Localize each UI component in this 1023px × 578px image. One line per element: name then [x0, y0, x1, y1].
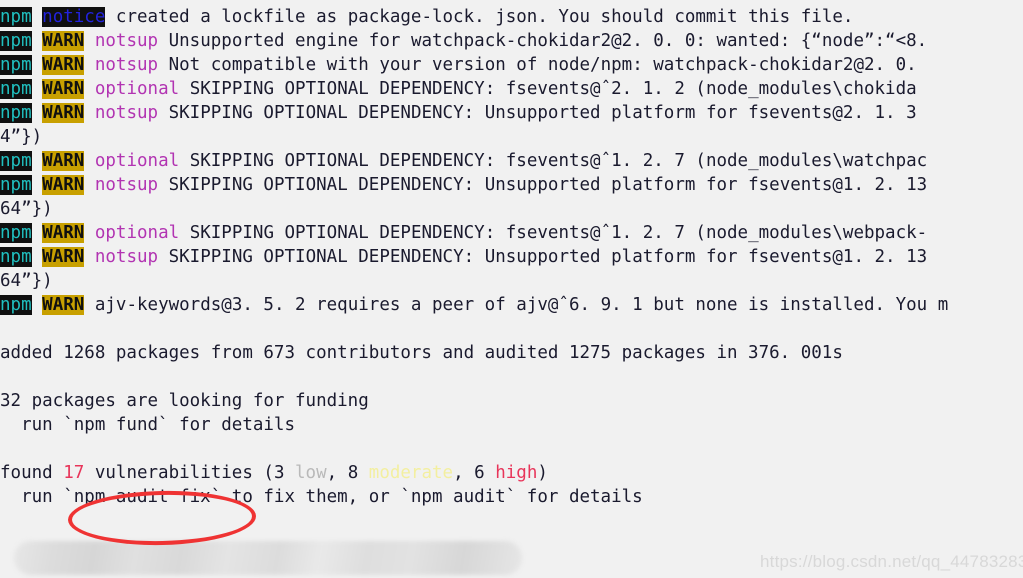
line-found: found 17 vulnerabilities (3 low, 8 moder… [0, 461, 1023, 485]
segment [32, 247, 43, 267]
segment: npm [0, 175, 32, 195]
segment: npm [0, 55, 32, 75]
segment: ) [537, 463, 548, 483]
segment: npm [0, 223, 32, 243]
terminal-window[interactable]: npm notice created a lockfile as package… [0, 0, 1023, 578]
segment [32, 55, 43, 75]
segment: run `npm fund` for details [0, 415, 296, 435]
segment: found [0, 463, 64, 483]
segment: WARN [42, 55, 85, 75]
segment [84, 79, 95, 99]
segment: notsup [94, 247, 159, 267]
line-warn-7: npm WARN optional SKIPPING OPTIONAL DEPE… [0, 221, 1023, 245]
segment: high [495, 463, 538, 483]
segment [32, 175, 43, 195]
segment [32, 223, 43, 243]
line-wrap-3: 64”}) [0, 269, 1023, 293]
segment: low [295, 463, 327, 483]
segment: notsup [94, 31, 159, 51]
line-funding: 32 packages are looking for funding [0, 389, 1023, 413]
segment [84, 247, 95, 267]
segment: 64”}) [0, 271, 53, 291]
segment: Unsupported engine for watchpack-chokida… [158, 31, 928, 51]
segment: 4”}) [0, 127, 43, 147]
segment: vulnerabilities (3 [84, 463, 296, 483]
segment [84, 31, 95, 51]
segment [32, 31, 43, 51]
segment: WARN [42, 31, 85, 51]
segment: npm [0, 31, 32, 51]
segment [84, 55, 95, 75]
line-blank-3 [0, 437, 1023, 461]
line-warn-5: npm WARN optional SKIPPING OPTIONAL DEPE… [0, 149, 1023, 173]
segment: Not compatible with your version of node… [158, 55, 917, 75]
line-wrap-1: 4”}) [0, 125, 1023, 149]
segment [32, 79, 43, 99]
line-notice: npm notice created a lockfile as package… [0, 5, 1023, 29]
segment: added 1268 packages from 673 contributor… [0, 343, 843, 363]
line-warn-6: npm WARN notsup SKIPPING OPTIONAL DEPEND… [0, 173, 1023, 197]
line-blank-1 [0, 317, 1023, 341]
line-fund-run: run `npm fund` for details [0, 413, 1023, 437]
segment: npm [0, 79, 32, 99]
segment: WARN [42, 151, 85, 171]
terminal-output: npm notice created a lockfile as package… [0, 5, 1023, 509]
line-warn-8: npm WARN notsup SKIPPING OPTIONAL DEPEND… [0, 245, 1023, 269]
segment [32, 295, 43, 315]
segment: SKIPPING OPTIONAL DEPENDENCY: fsevents@ˆ… [179, 79, 917, 99]
segment [84, 151, 95, 171]
segment: ajv-keywords@3. 5. 2 requires a peer of … [84, 295, 949, 315]
segment [84, 103, 95, 123]
segment: WARN [42, 79, 85, 99]
segment: notsup [94, 103, 159, 123]
segment: WARN [42, 175, 85, 195]
segment [32, 151, 43, 171]
line-audit-run: run `npm audit fix` to fix them, or `npm… [0, 485, 1023, 509]
segment: , 8 [326, 463, 369, 483]
line-added: added 1268 packages from 673 contributor… [0, 341, 1023, 365]
segment [84, 175, 95, 195]
segment: SKIPPING OPTIONAL DEPENDENCY: fsevents@ˆ… [179, 151, 928, 171]
segment: optional [94, 151, 180, 171]
segment: WARN [42, 295, 85, 315]
segment [32, 103, 43, 123]
segment: notice [42, 7, 106, 27]
segment: npm [0, 151, 32, 171]
segment: npm [0, 247, 32, 267]
segment: created a lockfile as package-lock. json… [105, 7, 854, 27]
segment: notsup [94, 55, 159, 75]
segment: 17 [63, 463, 85, 483]
segment: npm [0, 7, 32, 27]
line-warn-3: npm WARN optional SKIPPING OPTIONAL DEPE… [0, 77, 1023, 101]
terminal-prompt-line[interactable]: E \myvue1> npm audit fix [0, 549, 1023, 573]
segment [84, 223, 95, 243]
segment [32, 7, 43, 27]
segment: WARN [42, 103, 85, 123]
line-blank-2 [0, 365, 1023, 389]
segment: 64”}) [0, 199, 53, 219]
segment: npm [0, 103, 32, 123]
segment: SKIPPING OPTIONAL DEPENDENCY: Unsupporte… [158, 175, 928, 195]
segment: , 6 [453, 463, 496, 483]
segment: SKIPPING OPTIONAL DEPENDENCY: Unsupporte… [158, 103, 917, 123]
segment: notsup [94, 175, 159, 195]
line-warn-1: npm WARN notsup Unsupported engine for w… [0, 29, 1023, 53]
segment: 32 packages are looking for funding [0, 391, 369, 411]
segment: SKIPPING OPTIONAL DEPENDENCY: fsevents@ˆ… [179, 223, 928, 243]
segment: WARN [42, 223, 85, 243]
segment: SKIPPING OPTIONAL DEPENDENCY: Unsupporte… [158, 247, 928, 267]
segment: optional [94, 79, 180, 99]
line-warn-4: npm WARN notsup SKIPPING OPTIONAL DEPEND… [0, 101, 1023, 125]
segment: npm [0, 295, 32, 315]
segment: moderate [368, 463, 454, 483]
segment: WARN [42, 247, 85, 267]
line-warn-9: npm WARN ajv-keywords@3. 5. 2 requires a… [0, 293, 1023, 317]
line-wrap-2: 64”}) [0, 197, 1023, 221]
segment: optional [94, 223, 180, 243]
segment: run `npm audit fix` to fix them, or `npm… [0, 487, 643, 507]
line-warn-2: npm WARN notsup Not compatible with your… [0, 53, 1023, 77]
